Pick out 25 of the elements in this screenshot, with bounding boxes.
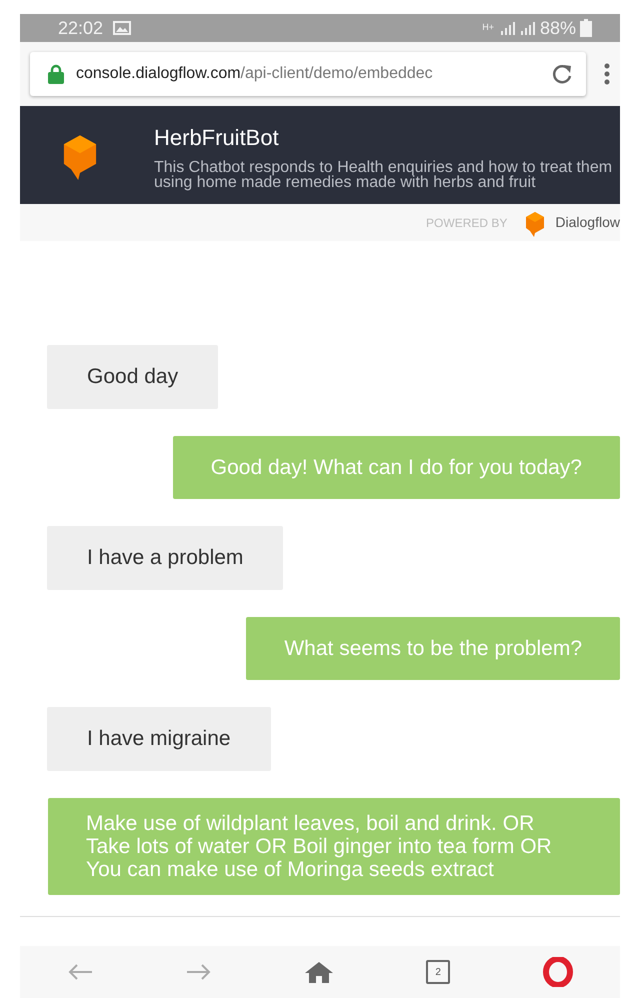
status-time: 22:02: [58, 16, 104, 40]
powered-by-label: POWERED BY: [426, 214, 508, 232]
signal-icon: [520, 21, 536, 35]
user-message: I have migraine: [47, 707, 271, 770]
network-label: H+: [482, 21, 494, 34]
battery-icon: [580, 19, 592, 37]
home-icon[interactable]: [304, 961, 333, 983]
reload-icon[interactable]: [550, 62, 574, 86]
bot-title: HerbFruitBot: [154, 124, 280, 152]
url-text: console.dialogflow.com/api-client/demo/embeddec: [76, 64, 434, 84]
user-message: I have a problem: [47, 526, 284, 590]
bot-message: What seems to be the problem?: [246, 616, 620, 680]
image-icon: [113, 20, 132, 36]
browser-logo-icon[interactable]: [543, 957, 574, 987]
tabs-button[interactable]: 2: [426, 960, 450, 984]
menu-icon[interactable]: [604, 63, 610, 85]
battery-percent: 88%: [540, 16, 576, 40]
bot-message: Make use of wildplant leaves, boil and drink. OR Take lots of water OR Boil ginger into tea form OR You can make use of Moringa seeds extract: [48, 798, 620, 894]
bot-description: This Chatbot responds to Health enquiries and how to treat them using home made remedies made with herbs and fruit: [154, 160, 614, 190]
bot-message: Good day! What can I do for you today?: [172, 436, 620, 499]
address-field[interactable]: console.dialogflow.com/api-client/demo/embeddec: [30, 52, 586, 96]
signal-icon: [500, 21, 516, 35]
brand-name: Dialogflow: [555, 213, 620, 232]
user-message: Good day: [47, 345, 218, 408]
lock-icon: [48, 64, 64, 84]
